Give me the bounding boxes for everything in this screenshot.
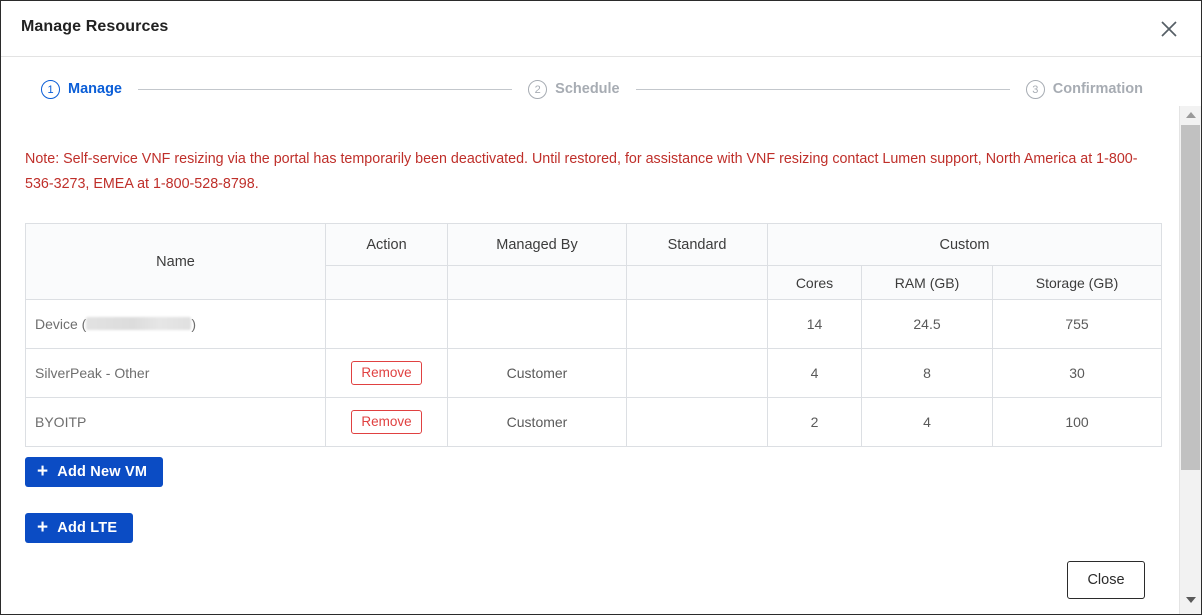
scrollbar-thumb[interactable] xyxy=(1181,125,1200,470)
cell-standard xyxy=(626,348,768,398)
cell-cores: 14 xyxy=(767,299,862,349)
cell-storage: 30 xyxy=(992,348,1162,398)
plus-icon: + xyxy=(37,516,49,538)
col-subheader-standard-blank xyxy=(626,265,768,300)
step-manage[interactable]: 1 Manage xyxy=(41,79,122,99)
table-row: Device () 14 24.5 755 xyxy=(25,299,1162,349)
caret-down-icon[interactable] xyxy=(1180,591,1201,608)
vertical-scrollbar[interactable] xyxy=(1179,106,1201,614)
cell-ram: 8 xyxy=(861,348,993,398)
step-schedule-number: 2 xyxy=(528,79,548,99)
col-header-name: Name xyxy=(25,223,326,300)
cell-managed-by: Customer xyxy=(447,397,627,447)
step-confirmation-label: Confirmation xyxy=(1052,81,1143,97)
col-header-action: Action xyxy=(325,223,448,266)
step-confirmation[interactable]: 3 Confirmation xyxy=(1025,79,1143,99)
table-row: BYOITP Remove Customer 2 4 100 xyxy=(25,397,1162,447)
remove-button[interactable]: Remove xyxy=(351,360,422,386)
step-confirmation-number: 3 xyxy=(1025,79,1045,99)
cell-storage: 100 xyxy=(992,397,1162,447)
cell-standard xyxy=(626,397,768,447)
step-schedule-label: Schedule xyxy=(555,81,620,97)
cell-cores: 2 xyxy=(767,397,862,447)
resize-deactivated-note: Note: Self-service VNF resizing via the … xyxy=(25,151,1138,192)
close-x-icon[interactable] xyxy=(1154,14,1184,44)
cell-action: Remove xyxy=(325,397,448,447)
remove-button[interactable]: Remove xyxy=(351,409,422,435)
device-name-prefix: Device ( xyxy=(35,316,87,332)
col-subheader-action-blank xyxy=(325,265,448,300)
col-subheader-storage: Storage (GB) xyxy=(992,265,1162,300)
table-row: SilverPeak - Other Remove Customer 4 8 3… xyxy=(25,348,1162,398)
cell-ram: 4 xyxy=(861,397,993,447)
col-subheader-cores: Cores xyxy=(767,265,862,300)
manage-resources-modal: Manage Resources 1 Manage 2 Schedule 3 C… xyxy=(0,0,1202,615)
cell-storage: 755 xyxy=(992,299,1162,349)
step-schedule[interactable]: 2 Schedule xyxy=(528,79,620,99)
cell-action xyxy=(325,299,448,349)
col-header-custom: Custom xyxy=(767,223,1162,266)
table-header-row-group: Name Action Managed By Standard Custom xyxy=(25,223,1162,300)
cell-name: BYOITP xyxy=(25,397,326,447)
wizard-stepper: 1 Manage 2 Schedule 3 Confirmation xyxy=(1,58,1179,120)
redacted-device-name xyxy=(86,317,192,330)
device-name-suffix: ) xyxy=(191,316,197,332)
page-title: Manage Resources xyxy=(21,18,169,35)
close-button[interactable]: Close xyxy=(1067,561,1145,599)
modal-header: Manage Resources xyxy=(1,1,1201,57)
step-manage-label: Manage xyxy=(68,81,122,97)
cell-managed-by: Customer xyxy=(447,348,627,398)
col-header-standard: Standard xyxy=(626,223,768,266)
modal-body: Note: Self-service VNF resizing via the … xyxy=(1,120,1179,614)
cell-name: Device () xyxy=(25,299,326,349)
cell-managed-by xyxy=(447,299,627,349)
cell-cores: 4 xyxy=(767,348,862,398)
add-lte-button[interactable]: + Add LTE xyxy=(25,513,134,543)
col-subheader-ram: RAM (GB) xyxy=(861,265,993,300)
stepper-connector-1 xyxy=(138,88,513,90)
caret-up-icon[interactable] xyxy=(1180,106,1201,123)
add-new-vm-button[interactable]: + Add New VM xyxy=(25,457,164,487)
col-subheader-managed-by-blank xyxy=(447,265,627,300)
resources-table: Name Action Managed By Standard Custom C… xyxy=(25,223,1162,447)
stepper-connector-2 xyxy=(635,88,1010,90)
plus-icon: + xyxy=(37,460,49,482)
add-lte-label: Add LTE xyxy=(57,520,118,536)
cell-ram: 24.5 xyxy=(861,299,993,349)
cell-standard xyxy=(626,299,768,349)
cell-name: SilverPeak - Other xyxy=(25,348,326,398)
step-manage-number: 1 xyxy=(41,79,60,99)
cell-action: Remove xyxy=(325,348,448,398)
col-header-managed-by: Managed By xyxy=(447,223,627,266)
add-new-vm-label: Add New VM xyxy=(57,464,148,480)
